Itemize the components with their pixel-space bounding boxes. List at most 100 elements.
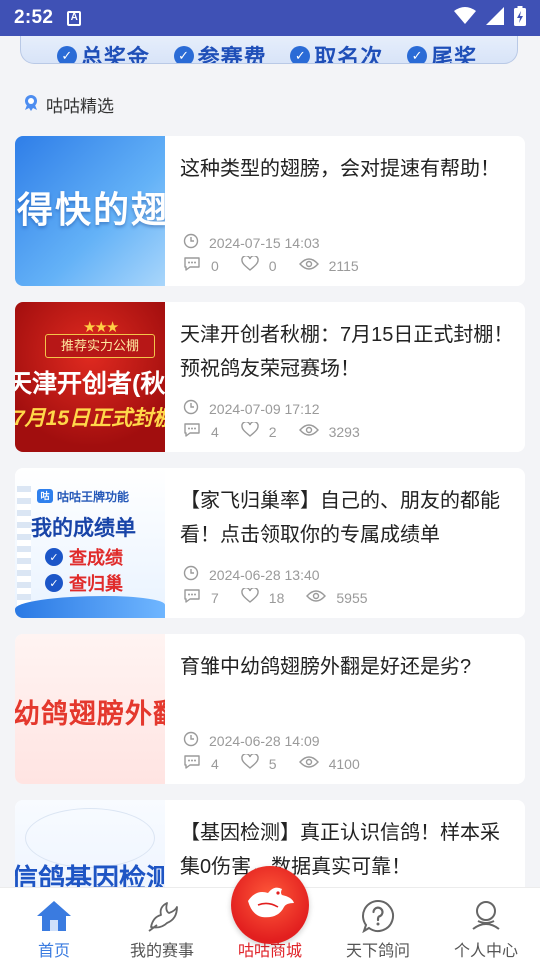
tab-profile[interactable]: 个人中心 [432, 888, 540, 960]
thumbnail-row-text: 查归巢 [69, 574, 123, 594]
like-count: 2 [268, 423, 277, 440]
tab-home[interactable]: 首页 [0, 888, 108, 960]
thumbnail-text: 幼鸽翅膀外翻 [15, 699, 165, 729]
article-date-row: 2024-06-28 13:40 [183, 565, 320, 584]
article-card[interactable]: 幼鸽翅膀外翻 育雏中幼鸽翅膀外翻是好还是劣? 2024-06-28 14:09 … [15, 634, 525, 784]
like-count: 0 [268, 257, 277, 274]
like-count: 18 [268, 589, 285, 606]
battery-charging-icon [514, 5, 526, 31]
status-time: 2:52 [14, 7, 54, 28]
check-icon: ✓ [56, 46, 77, 63]
article-thumbnail: 咕咕咕王牌功能 我的成绩单 ✓ 查成绩 ✓ 查归巢 [15, 468, 165, 618]
check-icon: ✓ [407, 46, 428, 63]
article-thumbnail: ★★★ 推荐实力公棚 天津开创者(秋棚 7月15日正式封棚 [15, 302, 165, 452]
promo-banner[interactable]: ✓ 总奖金 ✓ 参赛费 ✓ 取名次 ✓ 尾奖 [20, 36, 518, 64]
clock-icon [183, 565, 199, 584]
comment-icon [183, 422, 201, 441]
banner-item: ✓ 尾奖 [407, 40, 478, 64]
thumbnail-header-text: 咕咕王牌功能 [57, 489, 130, 504]
check-icon: ✓ [290, 46, 311, 63]
wave-decoration [15, 596, 165, 618]
badge-icon [22, 93, 40, 116]
article-thumbnail: 得快的翅 [15, 136, 165, 286]
comment-count: 7 [211, 589, 219, 606]
comment-icon [183, 588, 201, 607]
question-icon [361, 898, 395, 933]
article-date: 2024-06-28 14:09 [209, 732, 320, 749]
article-title: 【基因检测】真正认识信鸽！样本采集0伤害，数据真实可靠！ [180, 822, 500, 878]
banner-item-label: 参赛费 [197, 45, 267, 64]
article-title: 天津开创者秋棚：7月15日正式封棚！预祝鸽友荣冠赛场！ [180, 324, 514, 380]
comment-count: 0 [211, 257, 219, 274]
heart-icon[interactable] [241, 421, 259, 441]
article-title: 这种类型的翅膀，会对提速有帮助！ [180, 158, 500, 180]
shop-button[interactable] [231, 866, 309, 944]
thumbnail-header: 咕咕咕王牌功能 [37, 486, 129, 506]
wifi-icon [454, 6, 476, 30]
article-date-row: 2024-07-15 14:03 [183, 233, 320, 252]
user-icon [469, 898, 503, 933]
article-date-row: 2024-06-28 14:09 [183, 731, 320, 750]
thumbnail-row-text: 查成绩 [69, 548, 123, 568]
tab-questions[interactable]: 天下鸽问 [324, 888, 432, 960]
check-icon: ✓ [45, 548, 63, 566]
article-date-row: 2024-07-09 17:12 [183, 399, 320, 418]
tab-label: 首页 [37, 943, 70, 960]
eye-icon [298, 257, 319, 274]
tab-label: 我的赛事 [129, 943, 194, 960]
pigeon-outline-icon [145, 898, 179, 933]
article-stats: 4 2 3293 [183, 421, 382, 441]
view-count: 4100 [328, 755, 360, 772]
like-count: 5 [268, 755, 277, 772]
comment-count: 4 [211, 755, 219, 772]
banner-item: ✓ 参赛费 [173, 40, 267, 64]
banner-item-label: 总奖金 [80, 45, 150, 64]
heart-icon[interactable] [241, 587, 259, 607]
clock-icon [183, 399, 199, 418]
article-stats: 4 5 4100 [183, 753, 382, 773]
screenshot-decoration [17, 486, 31, 606]
article-stats: 0 0 2115 [183, 255, 381, 275]
tab-label: 个人中心 [453, 943, 518, 960]
banner-item: ✓ 总奖金 [56, 40, 150, 64]
app-logo-icon: 咕 [37, 489, 53, 503]
article-card[interactable]: 咕咕咕王牌功能 我的成绩单 ✓ 查成绩 ✓ 查归巢 【家飞归巢率】自己的、朋友的都能… [15, 468, 525, 618]
comment-icon [183, 256, 201, 275]
notification-a-icon: A [67, 10, 82, 26]
thumbnail-title: 我的成绩单 [31, 517, 136, 540]
pigeon-shop-icon [244, 883, 296, 928]
section-header: 咕咕精选 [22, 92, 114, 117]
article-date: 2024-07-15 14:03 [209, 234, 320, 251]
thumbnail-row: ✓ 查成绩 [45, 544, 123, 570]
comment-count: 4 [211, 423, 219, 440]
tab-my-races[interactable]: 我的赛事 [108, 888, 216, 960]
banner-item-label: 取名次 [314, 45, 384, 64]
view-count: 3293 [328, 423, 360, 440]
article-card[interactable]: ★★★ 推荐实力公棚 天津开创者(秋棚 7月15日正式封棚 天津开创者秋棚：7月… [15, 302, 525, 452]
eye-icon [298, 423, 319, 440]
article-card[interactable]: 得快的翅 这种类型的翅膀，会对提速有帮助！ 2024-07-15 14:03 0… [15, 136, 525, 286]
eye-icon [306, 589, 327, 606]
article-date: 2024-07-09 17:12 [209, 400, 320, 417]
clock-icon [183, 233, 199, 252]
clock-icon [183, 731, 199, 750]
banner-item-label: 尾奖 [431, 45, 478, 64]
heart-icon[interactable] [241, 753, 259, 773]
view-count: 5955 [336, 589, 368, 606]
article-title: 【家飞归巢率】自己的、朋友的都能看！点击领取你的专属成绩单 [180, 490, 500, 546]
thumbnail-row: ✓ 查归巢 [45, 570, 123, 596]
thumbnail-text: 7月15日正式封棚 [15, 407, 165, 430]
home-icon [36, 898, 72, 933]
tab-label: 天下鸽问 [345, 943, 410, 960]
eye-icon [298, 755, 319, 772]
article-thumbnail: 幼鸽翅膀外翻 [15, 634, 165, 784]
status-bar: 2:52 A [0, 0, 540, 36]
heart-icon[interactable] [241, 255, 259, 275]
article-stats: 7 18 5955 [183, 587, 390, 607]
check-icon: ✓ [45, 574, 63, 592]
article-title: 育雏中幼鸽翅膀外翻是好还是劣? [180, 656, 472, 678]
section-title: 咕咕精选 [46, 97, 114, 116]
article-date: 2024-06-28 13:40 [209, 566, 320, 583]
comment-icon [183, 754, 201, 773]
check-icon: ✓ [173, 46, 194, 63]
